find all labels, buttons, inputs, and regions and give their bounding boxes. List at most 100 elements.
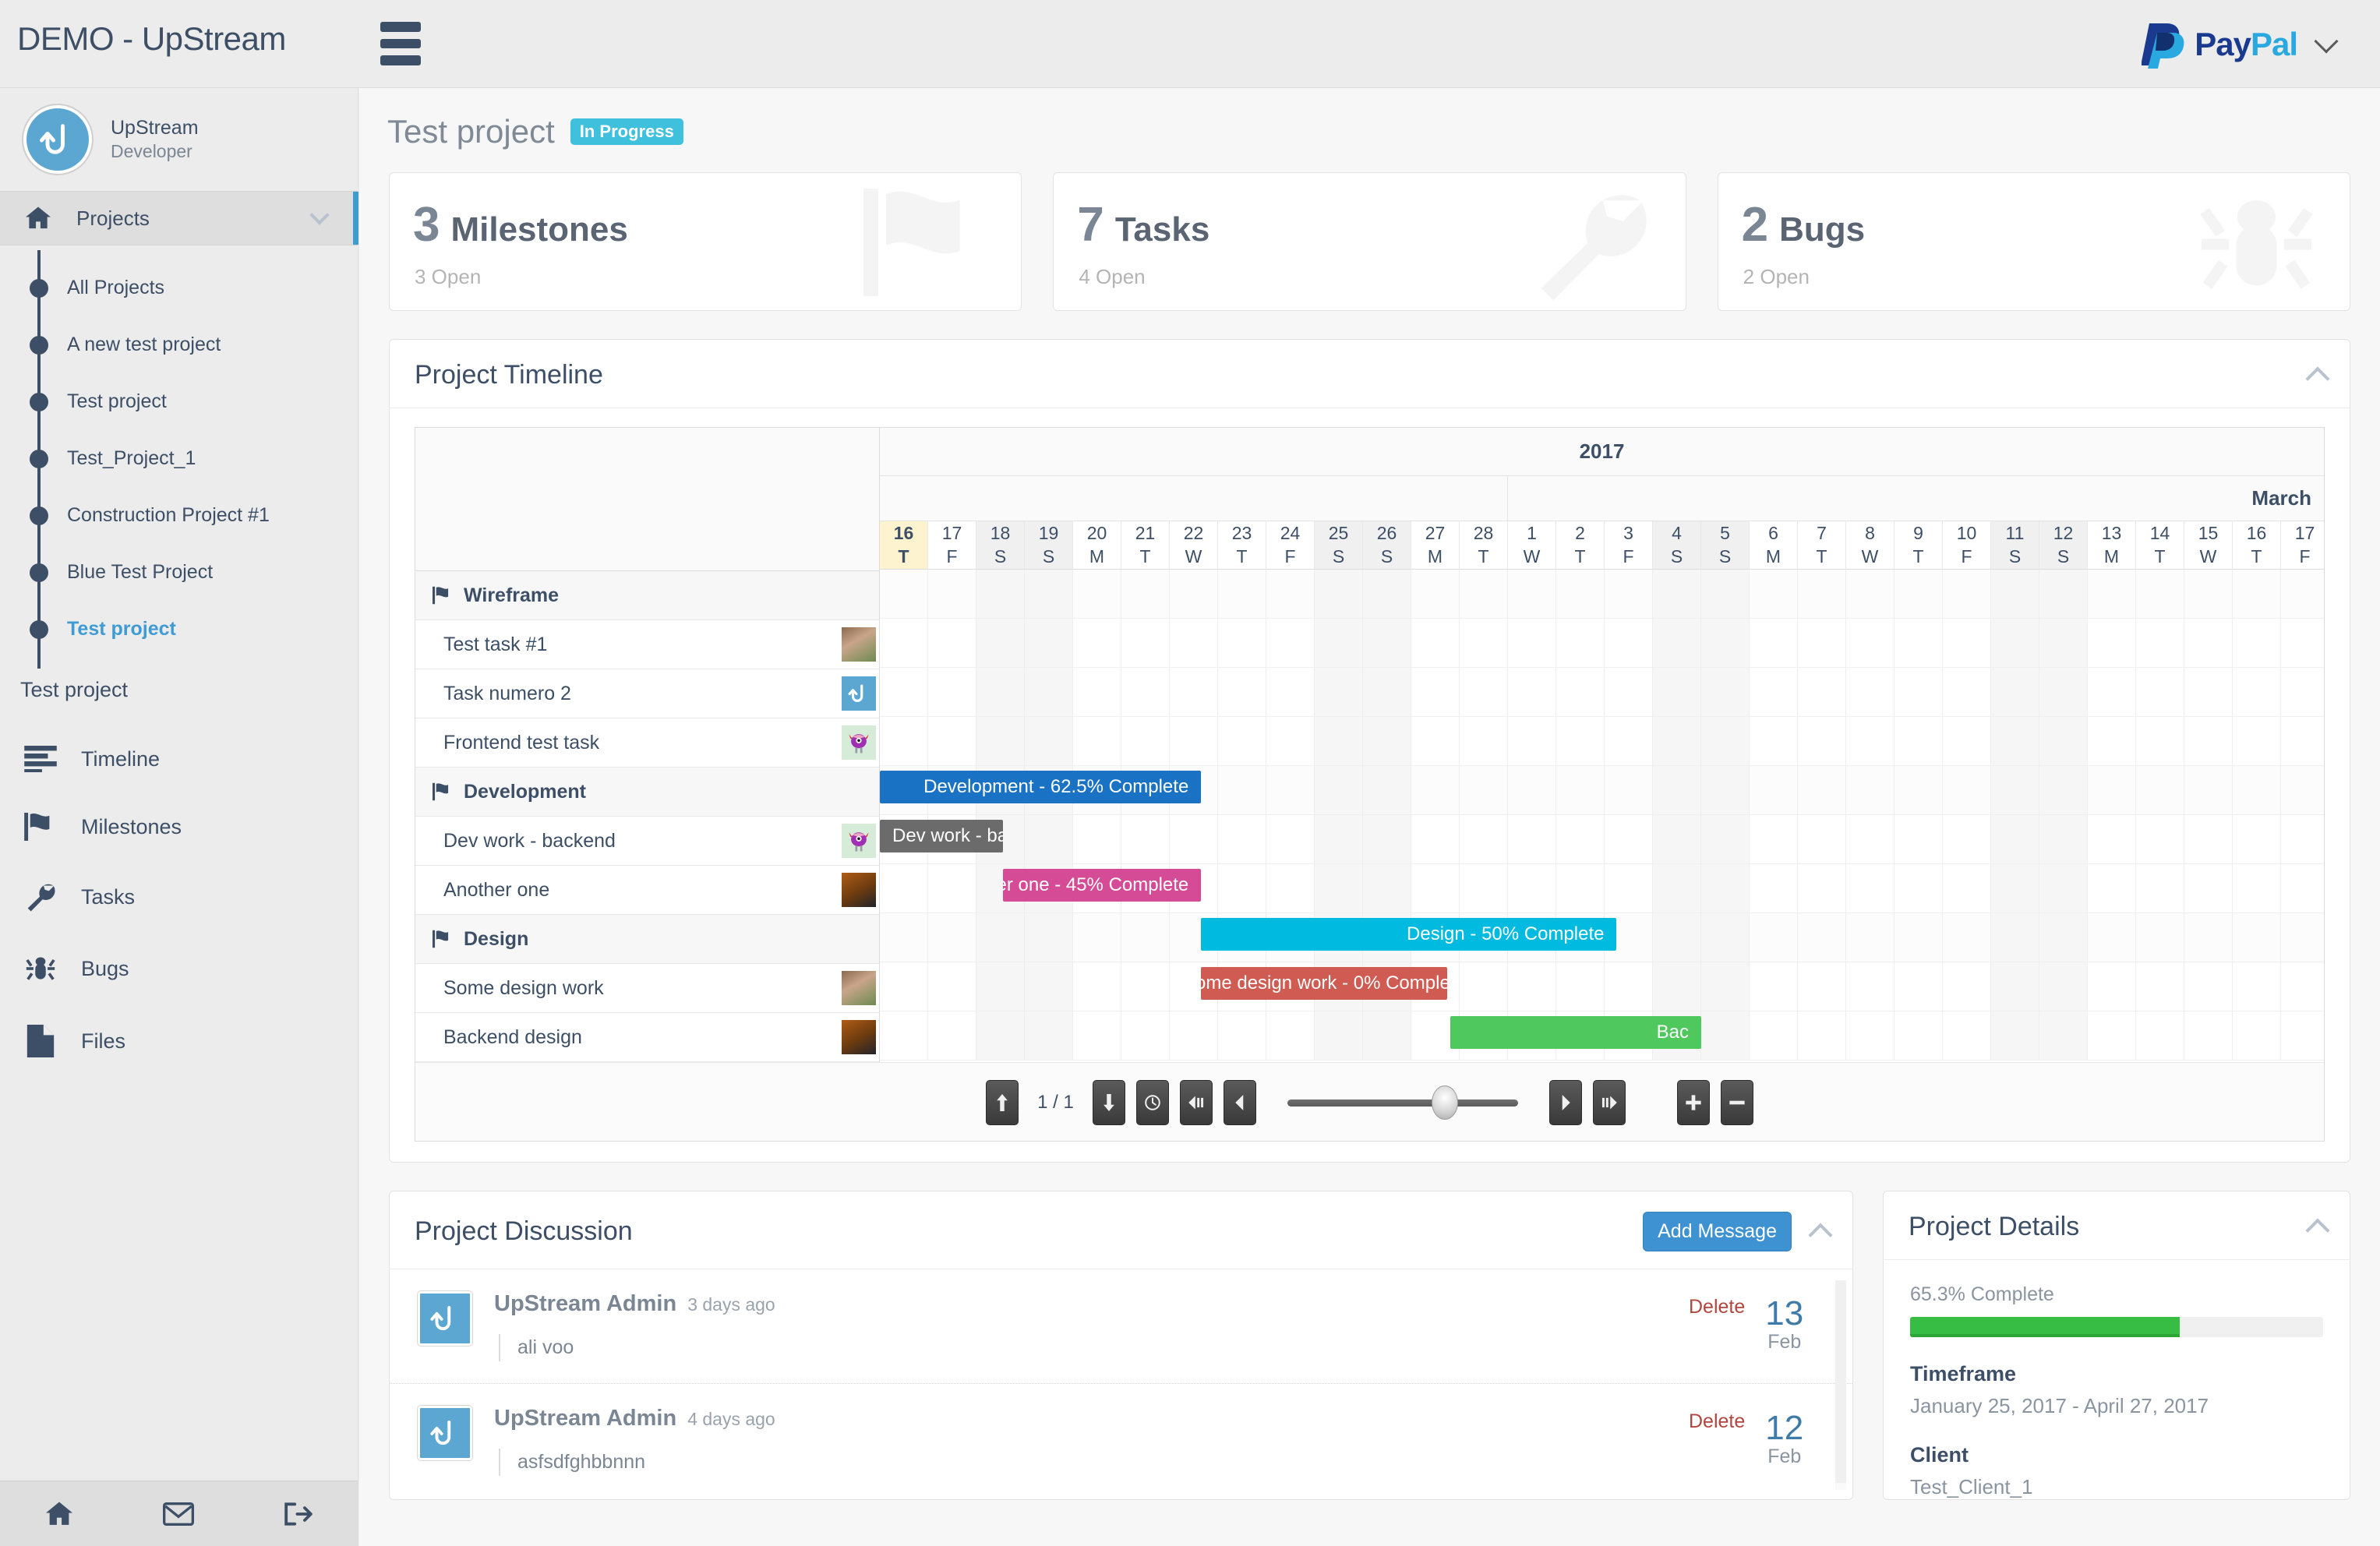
sidebar-item-timeline[interactable]: Timeline [0, 725, 358, 792]
gantt-grid-cell [2039, 913, 2088, 962]
sidebar-project-list: All Projects A new test project Test pro… [0, 245, 358, 673]
chevron-up-icon[interactable] [1808, 1222, 1833, 1248]
scroll-left-button[interactable] [1223, 1080, 1256, 1125]
gantt-day-cell: 19 [1025, 521, 1073, 545]
zoom-in-button[interactable] [1676, 1080, 1710, 1125]
gantt-grid-cell [1315, 766, 1363, 814]
gantt-bar[interactable]: Another one - 45% Complete [1003, 869, 1202, 902]
gantt-grid-cell [1121, 815, 1170, 863]
bug-icon [2196, 184, 2317, 309]
add-message-button[interactable]: Add Message [1643, 1212, 1792, 1251]
gantt-milestone-row[interactable]: Design [415, 915, 879, 964]
discussion-scrollbar[interactable] [1835, 1280, 1846, 1490]
scroll-down-button[interactable] [1092, 1080, 1125, 1125]
gantt-zoom-slider[interactable] [1287, 1085, 1518, 1120]
gantt-grid-cell [2233, 815, 2281, 863]
gantt-bar[interactable]: Bac [1450, 1016, 1701, 1049]
sidebar-item-files[interactable]: Files [0, 1004, 358, 1078]
gantt-bar[interactable]: Dev work - backend - 8... [880, 820, 1004, 852]
gantt-bar[interactable]: Some design work - 0% Complete [1201, 967, 1448, 1000]
delete-message-button[interactable]: Delete [1689, 1296, 1745, 1318]
gantt-grid-cell [1170, 717, 1218, 765]
gantt-grid-cell [2039, 570, 2088, 618]
sidebar-item-construction-project-1[interactable]: Construction Project #1 [0, 487, 358, 544]
scrollbar-thumb[interactable] [1835, 1280, 1846, 1483]
gantt-grid-cell [1025, 717, 1073, 765]
gantt-bar[interactable]: Design - 50% Complete [1201, 918, 1617, 951]
gantt-bar[interactable]: Development - 62.5% Complete [880, 771, 1202, 803]
gantt-task-row[interactable]: Task numero 2 [415, 669, 879, 718]
gantt-task-row[interactable]: Test task #1 [415, 620, 879, 669]
gantt-task-row[interactable]: Another one [415, 866, 879, 915]
gantt-milestone-row[interactable]: Wireframe [415, 571, 879, 620]
zoom-out-button[interactable] [1720, 1080, 1753, 1125]
user-profile[interactable]: UpStream Developer [0, 88, 358, 191]
slider-knob[interactable] [1431, 1085, 1458, 1120]
gantt-grid-row: Some design work - 0% Complete [880, 962, 2324, 1011]
gantt-task-row[interactable]: Dev work - backend [415, 817, 879, 866]
gantt-grid-cell [1846, 570, 1894, 618]
sidebar-item-test-project-1[interactable]: Test_Project_1 [0, 430, 358, 487]
sidebar-item-bugs[interactable]: Bugs [0, 933, 358, 1004]
gantt-day-cell: 15 [2184, 521, 2233, 545]
gantt-grid-cell [1411, 717, 1460, 765]
gantt-milestone-row[interactable]: Development [415, 768, 879, 817]
gantt-dow-cell: F [928, 545, 976, 570]
gantt-grid-cell [976, 962, 1025, 1011]
gantt-grid-cell [2136, 717, 2184, 765]
gantt-grid-cell [2039, 1011, 2088, 1060]
sidebar-item-all-projects[interactable]: All Projects [0, 259, 358, 316]
sidebar-item-a-new-test-project[interactable]: A new test project [0, 316, 358, 373]
gantt-grid-cell [1750, 815, 1798, 863]
gantt-grid-cell [1750, 570, 1798, 618]
progress-fill [1910, 1317, 2180, 1337]
sidebar-item-blue-test-project[interactable]: Blue Test Project [0, 544, 358, 601]
stat-card-tasks[interactable]: 7 Tasks 4 Open [1053, 172, 1686, 311]
gantt-grid-cell [1411, 766, 1460, 814]
message-text: asfsdfghbbnnn [499, 1449, 1689, 1476]
gantt-task-row[interactable]: Frontend test task [415, 718, 879, 768]
gantt-grid-cell [1073, 717, 1121, 765]
gantt-toolbar: 1 / 1 [415, 1062, 2324, 1141]
sidebar-item-test-project-selected[interactable]: Test project [0, 601, 358, 658]
gantt-grid-cell [880, 864, 928, 912]
gantt-day-cell: 17 [2281, 521, 2324, 545]
scroll-right-fast-button[interactable] [1592, 1080, 1626, 1125]
chevron-up-icon[interactable] [2305, 365, 2330, 391]
gantt-grid-cell [2088, 864, 2136, 912]
stat-card-bugs[interactable]: 2 Bugs 2 Open [1717, 172, 2350, 311]
scroll-up-button[interactable] [986, 1080, 1019, 1125]
logout-icon[interactable] [284, 1502, 313, 1527]
sidebar-item-label: Tasks [81, 884, 136, 909]
gantt-grid-row: Dev work - backend - 8... [880, 815, 2324, 864]
sidebar-item-tasks[interactable]: Tasks [0, 861, 358, 933]
gantt-task-row[interactable]: Backend design [415, 1013, 879, 1062]
sidebar-item-test-project[interactable]: Test project [0, 373, 358, 430]
gantt-grid-row [880, 668, 2324, 717]
delete-message-button[interactable]: Delete [1689, 1410, 1745, 1433]
gantt-grid-cell [1073, 570, 1121, 618]
flag-icon [863, 184, 988, 305]
gantt-grid-cell [1653, 815, 1701, 863]
chevron-down-icon[interactable] [309, 205, 330, 225]
chevron-down-icon[interactable] [2314, 29, 2339, 54]
stat-card-milestones[interactable]: 3 Milestones 3 Open [389, 172, 1022, 311]
today-clock-button[interactable] [1135, 1080, 1169, 1125]
scroll-right-button[interactable] [1548, 1080, 1582, 1125]
hamburger-menu-icon[interactable] [380, 22, 429, 66]
gantt-grid-cell [2136, 1011, 2184, 1060]
scroll-left-fast-button[interactable] [1179, 1080, 1213, 1125]
gantt-inner: Wireframe Test task #1 Task numero 2 Fronte… [415, 428, 2324, 1062]
upstream-logo-icon [430, 1306, 451, 1331]
monster-avatar-icon [849, 832, 869, 852]
sidebar-item-milestones[interactable]: Milestones [0, 792, 358, 861]
gantt-task-row[interactable]: Some design work [415, 964, 879, 1013]
paypal-account-menu[interactable]: PayPal [2142, 20, 2339, 69]
stat-label: Milestones [450, 210, 628, 249]
home-icon[interactable] [44, 1501, 74, 1527]
gantt-day-cell: 16 [2233, 521, 2281, 545]
sidebar-section-projects[interactable]: Projects [0, 191, 358, 245]
chevron-up-icon[interactable] [2305, 1217, 2330, 1243]
envelope-icon[interactable] [163, 1502, 195, 1527]
bug-icon [20, 953, 61, 984]
